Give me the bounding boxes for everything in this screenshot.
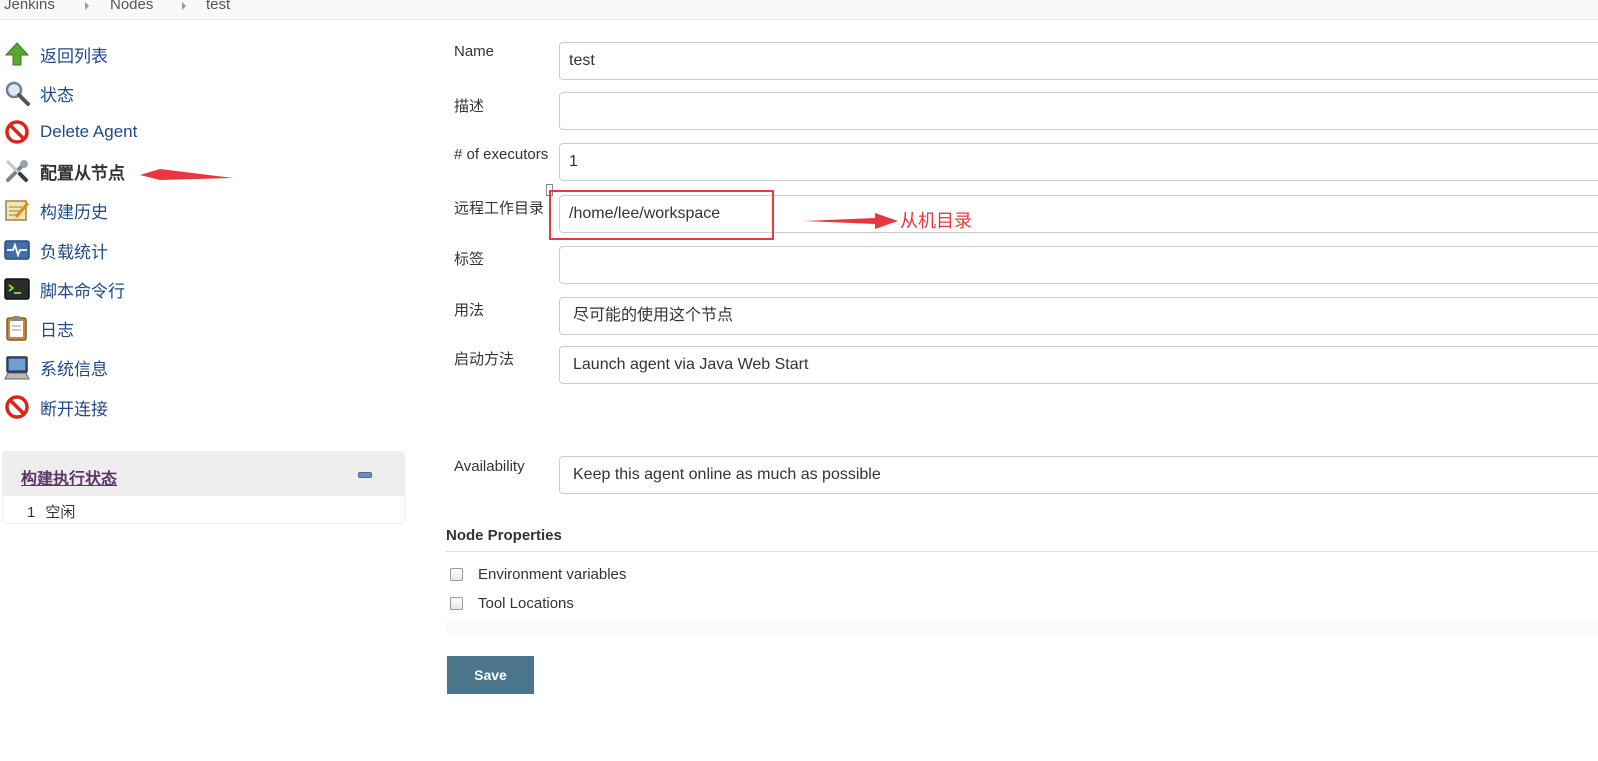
annotation-arrows [140,169,898,229]
arrow-icon [804,213,898,229]
arrow-icon [140,169,233,180]
annotation-text: 从机目录 [900,211,972,232]
